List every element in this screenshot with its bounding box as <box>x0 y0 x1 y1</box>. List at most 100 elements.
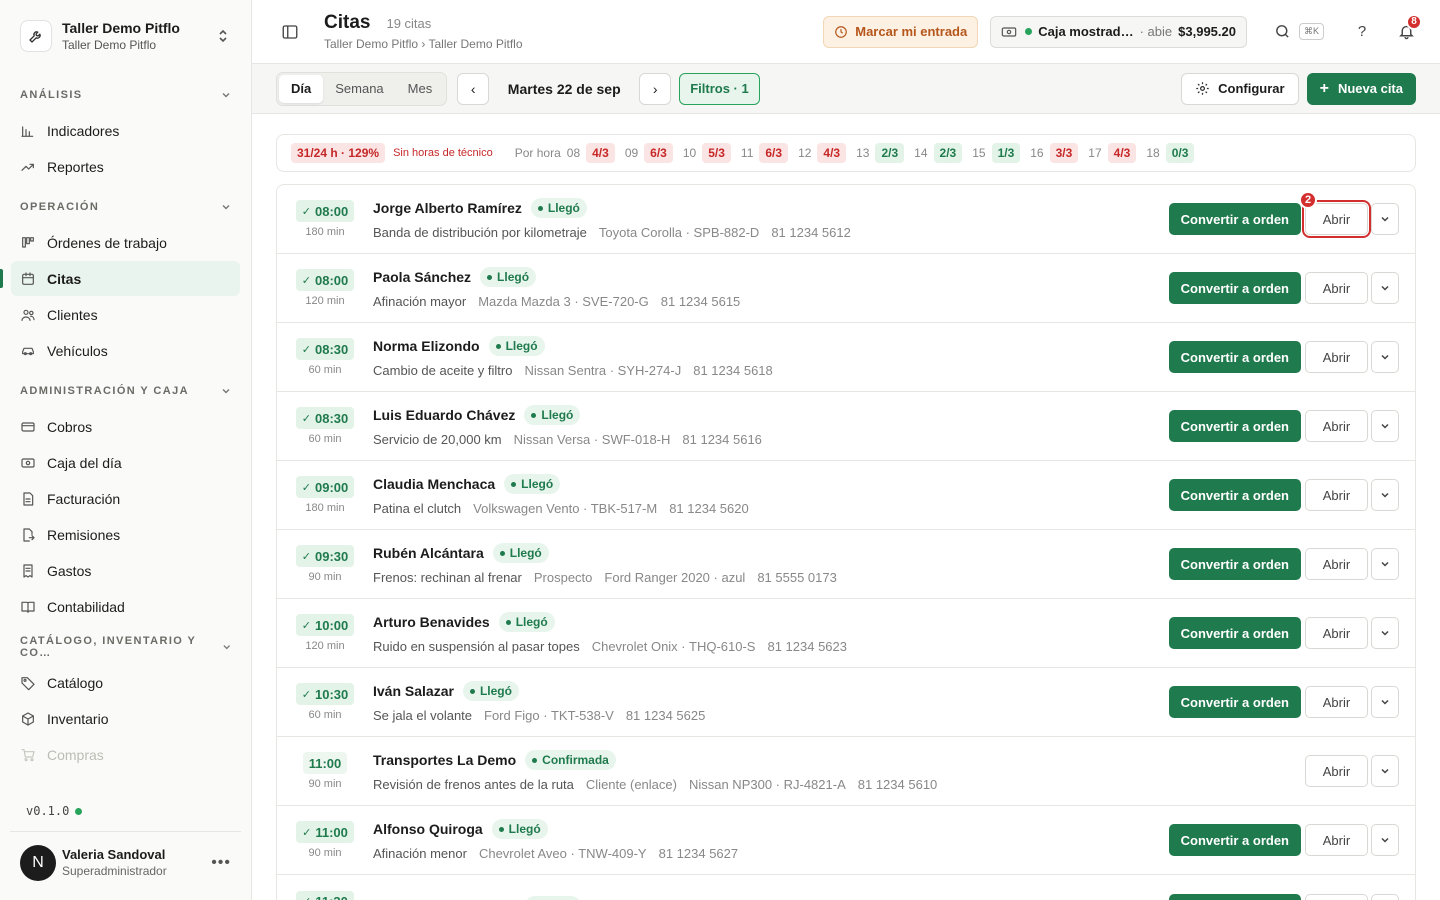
hour-load: 6/3 <box>759 143 789 163</box>
convert-to-order-button[interactable]: Convertir a orden <box>1168 548 1301 580</box>
appointment-list: ✓ 08:00 180 min Jorge Alberto Ramírez Llegó B… <box>276 184 1416 900</box>
table-row[interactable]: ✓ 08:30 60 min Norma Elizondo Llegó Cambio de… <box>277 323 1415 392</box>
convert-to-order-button[interactable]: Convertir a orden <box>1168 824 1301 856</box>
highlight-badge: 2 <box>1299 191 1317 209</box>
open-button[interactable]: Abrir <box>1305 548 1368 580</box>
view-tab[interactable]: Mes <box>396 75 445 103</box>
file-export-icon <box>20 527 36 543</box>
view-tab[interactable]: Semana <box>323 75 395 103</box>
prev-day-button[interactable]: ‹ <box>457 72 490 105</box>
tag-icon <box>20 675 36 691</box>
service: Patina el clutch <box>373 501 462 516</box>
service: Afinación mayor <box>373 294 467 309</box>
user-menu[interactable]: N Valeria Sandoval Superadministrador ••… <box>10 831 241 893</box>
sidebar-item-reportes[interactable]: Reportes <box>11 149 240 184</box>
sidebar-item-facturacion[interactable]: Facturación <box>11 481 240 516</box>
sidebar-item-vehiculos[interactable]: Vehículos <box>11 333 240 368</box>
gear-icon <box>1196 82 1209 95</box>
help-button[interactable]: ? <box>1348 18 1376 46</box>
row-menu-button[interactable] <box>1371 479 1399 511</box>
row-menu-button[interactable] <box>1371 410 1399 442</box>
table-row[interactable]: ✓ 08:00 180 min Jorge Alberto Ramírez Llegó B… <box>277 185 1415 254</box>
sidebar-item-ordenes-de-trabajo[interactable]: Órdenes de trabajo <box>11 225 240 260</box>
table-row[interactable]: ✓ 10:00 120 min Arturo Benavides Llegó Ruido … <box>277 599 1415 668</box>
sidebar-toggle-icon[interactable] <box>280 22 300 42</box>
cash-register-selector[interactable]: Caja mostrad… · abie $3,995.20 <box>990 15 1247 48</box>
check-in-button[interactable]: Marcar mi entrada <box>823 15 979 48</box>
open-button[interactable]: Abrir <box>1305 272 1368 304</box>
row-menu-button[interactable] <box>1371 341 1399 373</box>
row-menu-button[interactable] <box>1371 203 1399 235</box>
row-menu-button[interactable] <box>1371 755 1399 787</box>
sidebar-item-compras[interactable]: Compras <box>11 737 240 772</box>
sidebar-item-caja-del-dia[interactable]: Caja del día <box>11 445 240 480</box>
sidebar-item-inventario[interactable]: Inventario <box>11 701 240 736</box>
table-row[interactable]: ✓ 08:30 60 min Luis Eduardo Chávez Llegó Serv… <box>277 392 1415 461</box>
vehicle: Volkswagen Vento · TBK-517-M <box>473 501 658 516</box>
table-row[interactable]: ✓ 10:30 60 min Iván Salazar Llegó Se jala el … <box>277 668 1415 737</box>
more-horizontal-icon[interactable]: ••• <box>211 854 231 872</box>
help-icon: ? <box>1357 23 1367 40</box>
row-menu-button[interactable] <box>1371 548 1399 580</box>
sidebar-item-remisiones[interactable]: Remisiones <box>11 517 240 552</box>
open-button[interactable]: Abrir <box>1305 479 1368 511</box>
hour-capacity: 18 0/3 <box>1146 143 1195 163</box>
row-menu-button[interactable] <box>1371 686 1399 718</box>
sidebar-item-indicadores[interactable]: Indicadores <box>11 113 240 148</box>
sidebar-item-clientes[interactable]: Clientes <box>11 297 240 332</box>
convert-to-order-button[interactable]: Convertir a orden <box>1168 686 1301 718</box>
hour-load: 6/3 <box>644 143 673 163</box>
open-button[interactable]: Abrir <box>1305 410 1368 442</box>
new-appointment-button[interactable]: + Nueva cita <box>1306 72 1416 105</box>
convert-to-order-button[interactable]: Convertir a orden <box>1168 341 1301 373</box>
table-row[interactable]: ✓ 09:30 90 min Rubén Alcántara Llegó Frenos: … <box>277 530 1415 599</box>
convert-to-order-button[interactable]: Convertir a orden <box>1168 272 1301 304</box>
next-day-button[interactable]: › <box>639 72 672 105</box>
vehicle: Toyota Corolla · SPB-882-D <box>598 225 760 240</box>
version-text: v0.1.0 <box>26 804 70 818</box>
table-row[interactable]: ✓ 08:00 120 min Paola Sánchez Llegó Afinación… <box>277 254 1415 323</box>
table-row[interactable]: ✓11:3090 minTransportes La DemoLlegóConv… <box>277 875 1415 900</box>
sidebar-item-contabilidad[interactable]: Contabilidad <box>11 589 240 624</box>
convert-to-order-button[interactable]: Convertir a orden <box>1168 893 1301 900</box>
nav-section-header[interactable]: CATÁLOGO, INVENTARIO Y CO… <box>0 630 251 664</box>
notifications-button[interactable]: 8 <box>1392 13 1422 46</box>
view-tab[interactable]: Día <box>279 74 324 103</box>
sidebar-item-catalogo[interactable]: Catálogo <box>11 665 240 700</box>
nav-section-header[interactable]: OPERACIÓN <box>0 190 251 224</box>
sidebar-item-citas[interactable]: Citas <box>0 261 240 296</box>
table-row[interactable]: ✓ 09:00 180 min Claudia Menchaca Llegó Patina… <box>277 461 1415 530</box>
open-button[interactable]: Abrir <box>1305 893 1368 900</box>
filters-button[interactable]: Filtros · 1 <box>679 72 760 105</box>
open-button[interactable]: Abrir <box>1305 824 1368 856</box>
open-button[interactable]: Abrir <box>1302 200 1371 238</box>
sidebar-item-label: Reportes <box>47 158 104 175</box>
nav-section-header[interactable]: ANÁLISIS <box>0 78 251 112</box>
row-menu-button[interactable] <box>1371 617 1399 649</box>
sidebar-item-cobros[interactable]: Cobros <box>11 409 240 444</box>
open-button[interactable]: Abrir <box>1305 341 1368 373</box>
table-row[interactable]: 11:00 90 min Transportes La Demo Confirmada… <box>277 737 1415 806</box>
convert-to-order-button[interactable]: Convertir a orden <box>1168 410 1301 442</box>
convert-to-order-button[interactable]: Convertir a orden <box>1168 203 1301 235</box>
convert-to-order-button[interactable]: Convertir a orden <box>1168 617 1301 649</box>
capacity-bar: 31/24 h · 129% Sin horas de técnico Por … <box>276 134 1416 172</box>
org-switcher[interactable]: Taller Demo Pitflo Taller Demo Pitflo <box>0 0 251 72</box>
row-menu-button[interactable] <box>1371 824 1399 856</box>
sidebar-item-label: Contabilidad <box>47 598 125 615</box>
car-icon <box>20 343 36 359</box>
status-badge: Llegó <box>525 896 582 900</box>
convert-to-order-button[interactable]: Convertir a orden <box>1168 479 1301 511</box>
open-button[interactable]: Abrir <box>1305 686 1368 718</box>
nav-section-header[interactable]: ADMINISTRACIÓN Y CAJA <box>0 374 251 408</box>
search-button[interactable] <box>1269 18 1297 46</box>
duration: 120 min <box>305 295 345 307</box>
service: Banda de distribución por kilometraje <box>373 225 587 240</box>
row-menu-button[interactable] <box>1371 893 1399 900</box>
table-row[interactable]: ✓ 11:00 90 min Alfonso Quiroga Llegó Afinació… <box>277 806 1415 875</box>
open-button[interactable]: Abrir <box>1305 755 1368 787</box>
sidebar-item-gastos[interactable]: Gastos <box>11 553 240 588</box>
configure-button[interactable]: Configurar <box>1181 72 1299 105</box>
open-button[interactable]: Abrir <box>1305 617 1368 649</box>
row-menu-button[interactable] <box>1371 272 1399 304</box>
